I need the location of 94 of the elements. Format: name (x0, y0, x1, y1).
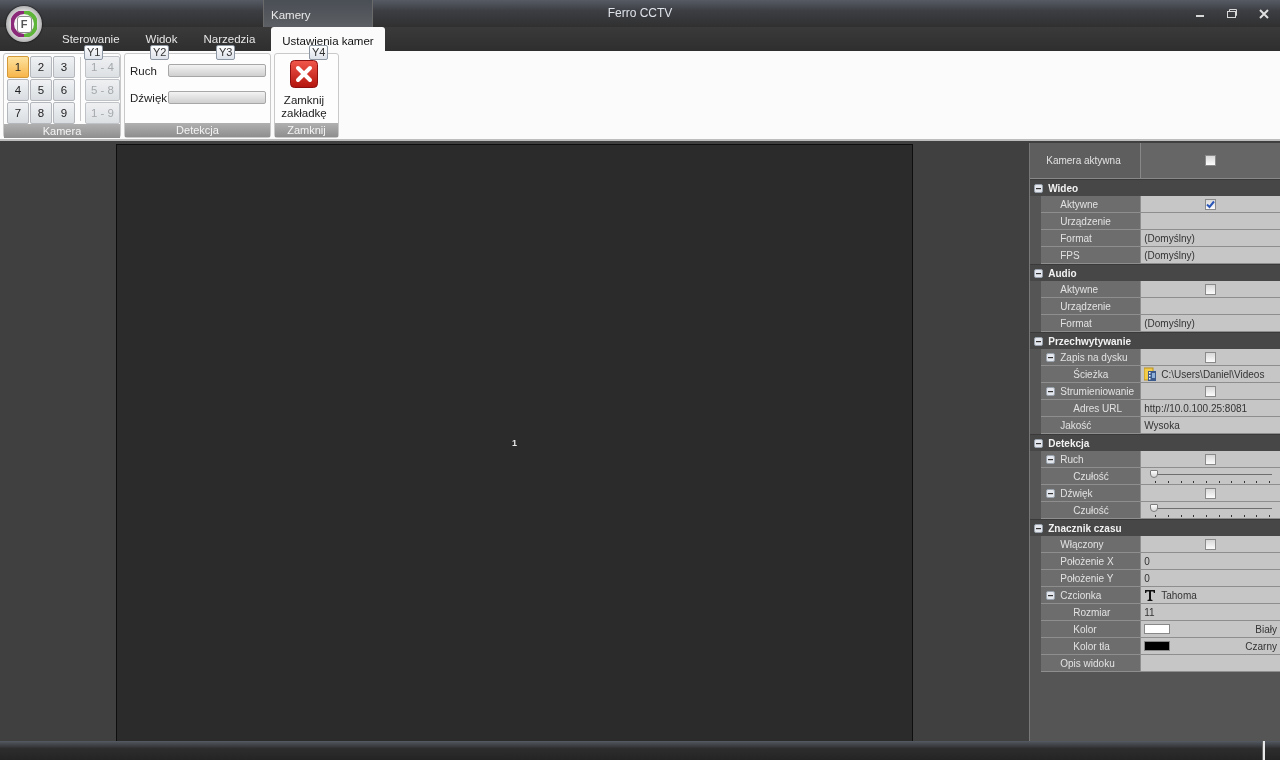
property-label: Położenie Y (1060, 572, 1114, 584)
property-value: Wysoka (1144, 419, 1180, 431)
property-value: 0 (1144, 572, 1150, 584)
property-label: Kolor (1073, 623, 1097, 635)
property-label: Urządzenie (1060, 300, 1111, 312)
collapse-icon[interactable] (1034, 438, 1044, 448)
checkbox[interactable] (1205, 198, 1217, 210)
camera-button[interactable]: 6 (53, 79, 75, 101)
property-label: Ścieżka (1073, 368, 1109, 380)
keytip: Y4 (309, 45, 329, 60)
property-value: http://10.0.100.25:8081 (1144, 402, 1248, 414)
camera-button[interactable]: 9 (53, 102, 75, 124)
property-label: Włączony (1060, 538, 1104, 550)
property-label: Adres URL (1073, 402, 1123, 414)
font-icon (1144, 589, 1157, 601)
keytip: Y2 (150, 45, 170, 60)
property-value: (Domyślny) (1144, 232, 1195, 244)
meter-label: Ruch (130, 64, 157, 77)
property-label: Czcionka (1060, 589, 1102, 601)
checkbox[interactable] (1205, 351, 1217, 363)
checkbox[interactable] (1205, 155, 1217, 166)
category-label: Przechwytywanie (1048, 335, 1132, 347)
property-value: (Domyślny) (1144, 249, 1195, 261)
property-label: Strumieniowanie (1060, 385, 1135, 397)
property-value: 0 (1144, 555, 1150, 567)
collapse-icon[interactable] (1046, 352, 1056, 362)
property-value: Tahoma (1161, 589, 1197, 601)
slider[interactable] (1150, 503, 1273, 517)
property-value: Biały (1255, 623, 1278, 635)
checkbox[interactable] (1205, 453, 1217, 465)
collapse-icon[interactable] (1034, 183, 1044, 193)
collapse-icon[interactable] (1034, 268, 1044, 278)
close-icon[interactable] (1258, 8, 1270, 20)
category-label: Znacznik czasu (1048, 522, 1122, 534)
checkbox[interactable] (1205, 487, 1217, 499)
property-label: Urządzenie (1060, 215, 1111, 227)
camera-button[interactable]: 1 (7, 56, 29, 78)
group-label: Detekcja (125, 123, 270, 137)
property-label: Opis widoku (1060, 657, 1115, 669)
property-value: Czarny (1245, 640, 1278, 652)
window-title: Ferro CCTV (607, 5, 673, 22)
property-label: Czułość (1073, 504, 1109, 516)
category-label: Wideo (1048, 182, 1079, 194)
property-value: 11 (1144, 606, 1155, 618)
collapse-icon[interactable] (1046, 386, 1056, 396)
camera-button[interactable]: 7 (7, 102, 29, 124)
camera-number: 1 (512, 438, 517, 448)
camera-button[interactable]: 3 (53, 56, 75, 78)
slider-thumb[interactable] (1150, 503, 1159, 512)
app-logo[interactable]: F (6, 6, 42, 42)
property-label: Położenie X (1060, 555, 1114, 567)
group-label: Zamknij (275, 123, 338, 137)
property-label: Aktywne (1060, 198, 1098, 210)
folder-video-icon (1144, 367, 1157, 381)
context-tab-label: Kamery (263, 0, 373, 27)
property-label: Dźwięk (1060, 487, 1093, 499)
slider-thumb[interactable] (1150, 469, 1159, 478)
property-label: Czułość (1073, 470, 1109, 482)
collapse-icon[interactable] (1034, 523, 1044, 533)
value-cell[interactable] (1141, 655, 1280, 671)
close-icon (290, 60, 318, 88)
checkbox[interactable] (1205, 538, 1217, 550)
property-label: Zapis na dysku (1060, 351, 1128, 363)
property-label: Format (1060, 317, 1092, 329)
camera-button[interactable]: 4 (7, 79, 29, 101)
property-label: Jakość (1060, 419, 1092, 431)
slider[interactable] (1150, 469, 1273, 483)
property-label: Aktywne (1060, 283, 1098, 295)
value-cell[interactable] (1141, 298, 1280, 314)
restore-icon[interactable] (1226, 8, 1238, 20)
category-label: Detekcja (1048, 437, 1090, 449)
camera-button[interactable]: 5 (30, 79, 52, 101)
property-label: Ruch (1060, 453, 1084, 465)
property-label: FPS (1060, 249, 1080, 261)
keytip: Y3 (216, 45, 236, 60)
resize-grip[interactable] (1262, 741, 1265, 760)
value-cell[interactable] (1141, 213, 1280, 229)
camera-button[interactable]: 8 (30, 102, 52, 124)
camera-button[interactable]: 2 (30, 56, 52, 78)
category-label: Audio (1048, 267, 1077, 279)
checkbox[interactable] (1205, 385, 1217, 397)
keytip: Y1 (84, 45, 104, 60)
property-value: C:\Users\Daniel\Videos (1161, 368, 1265, 380)
property-label: Kolor tła (1073, 640, 1110, 652)
collapse-icon[interactable] (1046, 590, 1056, 600)
group-label: Kamera (4, 124, 120, 138)
collapse-icon[interactable] (1046, 454, 1056, 464)
property-value: (Domyślny) (1144, 317, 1195, 329)
collapse-icon[interactable] (1046, 488, 1056, 498)
meter-label: Dźwięk (130, 91, 168, 104)
checkbox[interactable] (1205, 283, 1217, 295)
collapse-icon[interactable] (1034, 336, 1044, 346)
property-label: Rozmiar (1073, 606, 1111, 618)
property-label: Format (1060, 232, 1092, 244)
